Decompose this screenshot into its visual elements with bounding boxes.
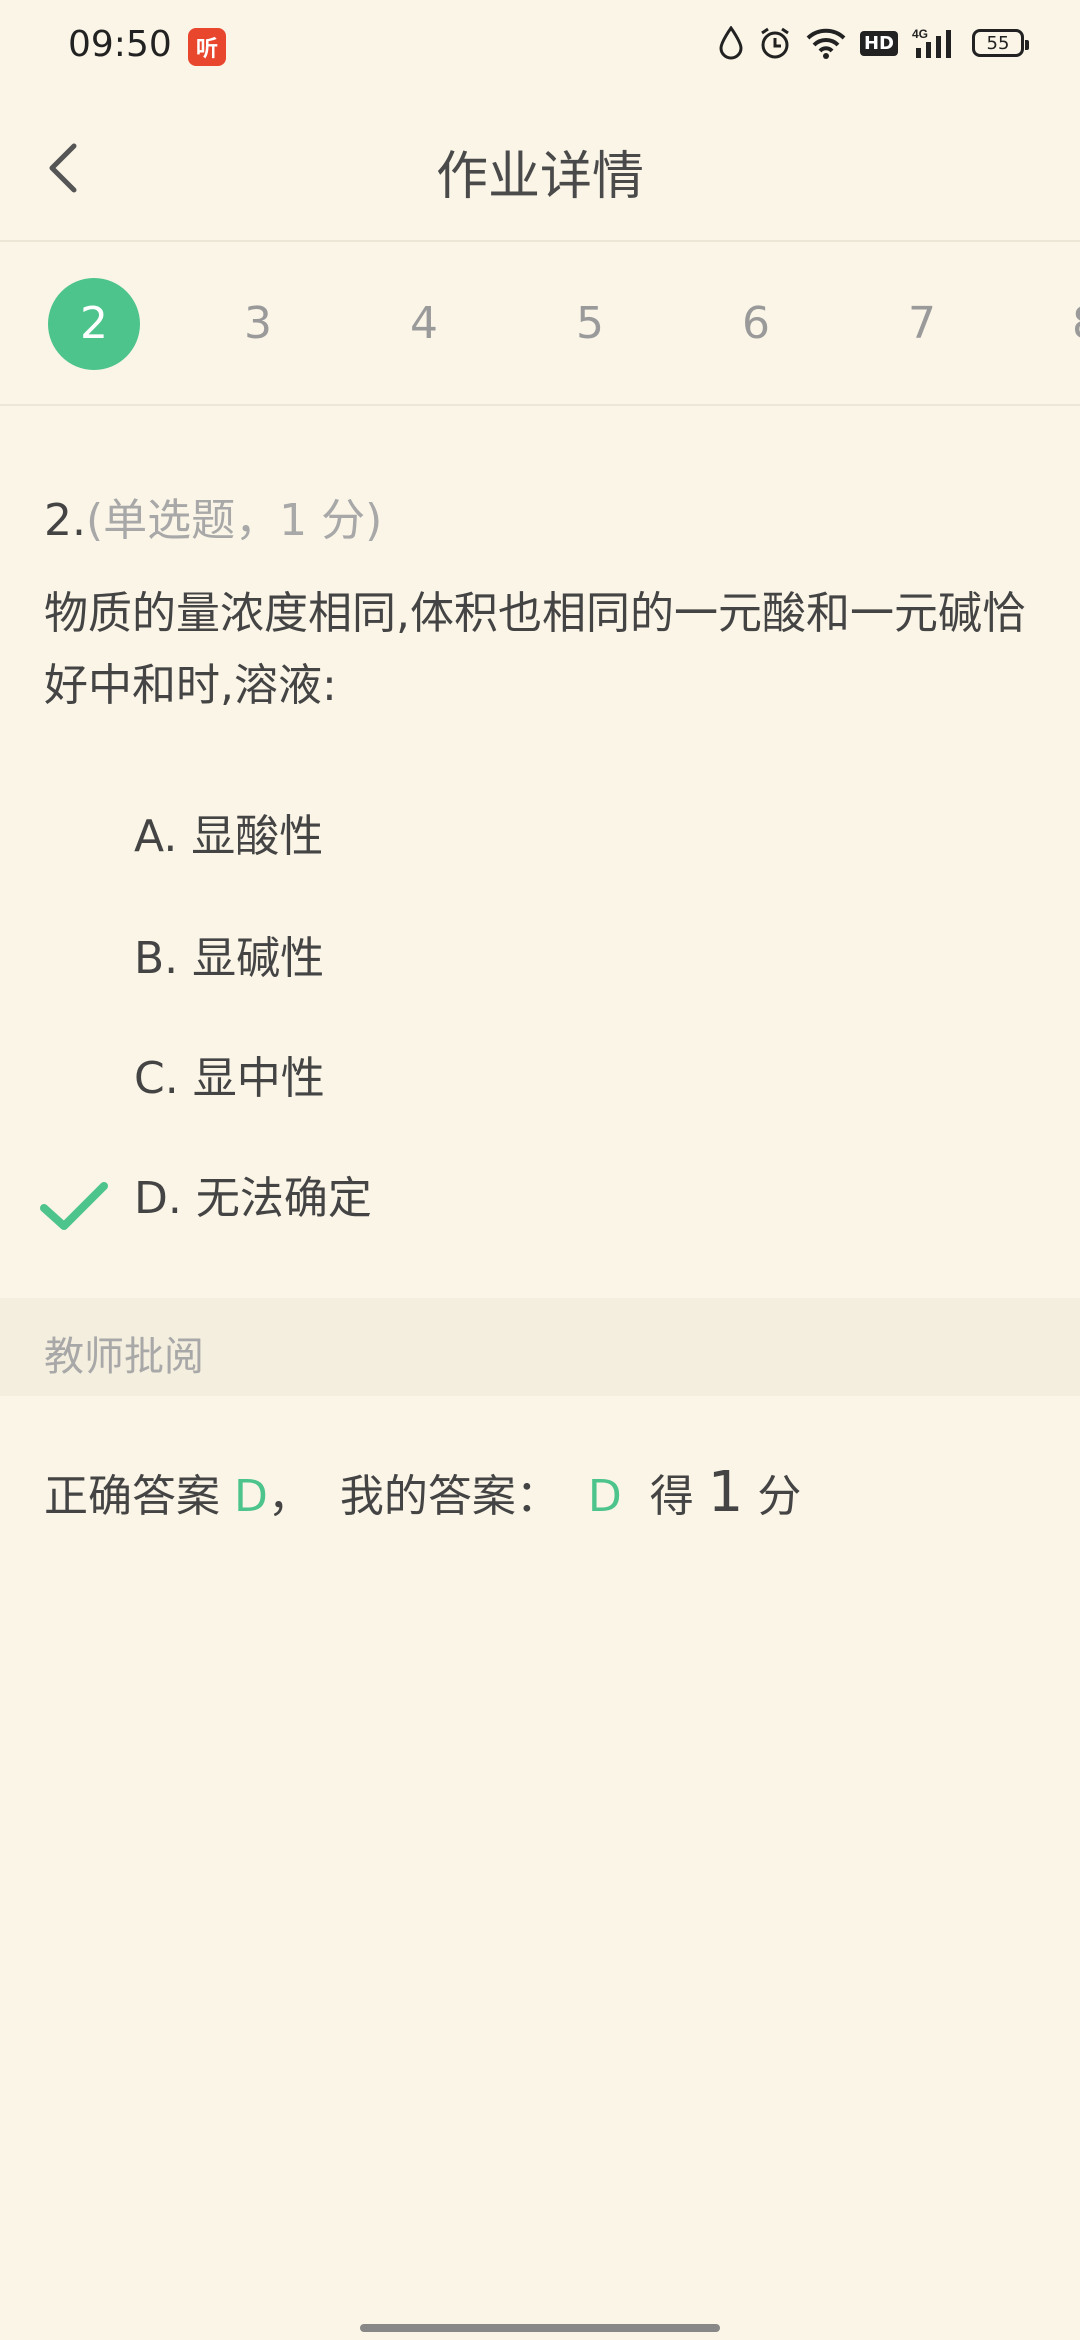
water-drop-icon (719, 26, 743, 60)
section-title: 教师批阅 (44, 1334, 204, 1380)
answer-separator: ， (267, 1471, 312, 1522)
correct-answer-label: 正确答案 (44, 1471, 220, 1522)
checkmark-icon (40, 1182, 108, 1230)
correct-answer-value: D (234, 1471, 268, 1522)
question-number-3[interactable]: 3 (212, 278, 304, 370)
svg-text:4G: 4G (912, 27, 928, 41)
my-answer-label: 我的答案： (339, 1471, 560, 1522)
question-number-7[interactable]: 7 (876, 278, 968, 370)
status-bar: 09:50 听 HD 4G 55 (0, 0, 1080, 96)
score-suffix: 分 (757, 1471, 802, 1522)
teacher-review-section: 教师批阅 (0, 1298, 1080, 1396)
question-header: 2.(单选题，1 分) (44, 484, 382, 548)
option-c[interactable]: C. 显中性 (134, 1042, 325, 1106)
my-answer-value: D (587, 1471, 622, 1522)
signal-4g-icon: 4G (912, 27, 951, 58)
option-d[interactable]: D. 无法确定 (134, 1162, 372, 1226)
question-number-5[interactable]: 5 (544, 278, 636, 370)
app-header: 作业详情 (0, 96, 1080, 242)
battery-icon: 55 (972, 29, 1029, 57)
question-text: 物质的量浓度相同,体积也相同的一元酸和一元碱恰好中和时,溶液: (44, 588, 1026, 711)
status-time: 09:50 (68, 24, 172, 65)
status-icons: HD 4G 55 (718, 26, 1029, 60)
score-prefix: 得 (649, 1471, 694, 1522)
wifi-icon (806, 28, 846, 59)
question-number-8[interactable]: 8 (1040, 278, 1080, 370)
option-a[interactable]: A. 显酸性 (134, 800, 323, 864)
alarm-icon (761, 27, 789, 59)
score-value: 1 (707, 1460, 744, 1525)
home-indicator[interactable] (360, 2324, 720, 2332)
question-meta: (单选题，1 分) (85, 495, 383, 546)
page-title: 作业详情 (435, 147, 644, 207)
hd-icon: HD (859, 30, 898, 56)
question-number-nav: 2 3 4 5 6 7 8 (0, 240, 1080, 406)
option-b[interactable]: B. 显碱性 (134, 922, 324, 986)
question-number-6[interactable]: 6 (710, 278, 802, 370)
question-number: 2. (44, 495, 86, 546)
app-notification-icon: 听 (188, 28, 226, 66)
answer-summary: 正确答案 D ， 我的答案： D 得 1 分 (44, 1460, 801, 1525)
question-number-2[interactable]: 2 (48, 278, 140, 370)
question-number-4[interactable]: 4 (378, 278, 470, 370)
